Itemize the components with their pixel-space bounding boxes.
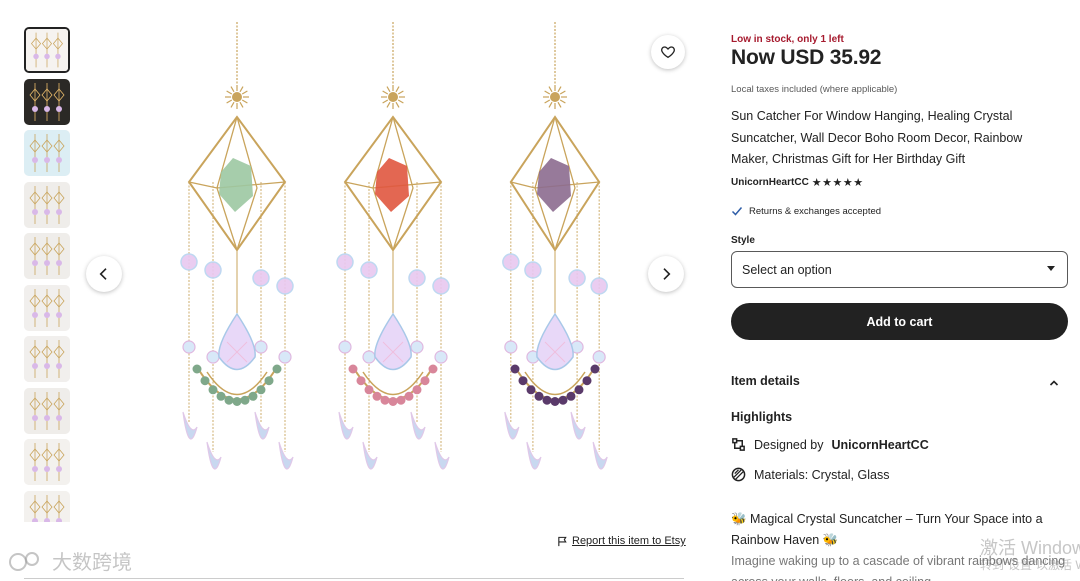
thumbnail-image [26,29,68,71]
watermark-icon [9,551,39,571]
price: Now USD 35.92 [731,46,882,69]
thumbnail-image [24,181,70,228]
item-details-toggle[interactable]: Item details [731,374,1068,388]
handmade-icon [732,438,745,451]
product-title: Sun Catcher For Window Hanging, Healing … [731,109,1023,166]
check-icon [731,207,743,216]
description-line-1: 🐝 Magical Crystal Suncatcher – Turn Your… [731,512,1043,547]
thumbnail-image [24,78,70,125]
item-details-header: Item details [731,374,800,388]
suncatcher-image [180,22,608,470]
product-info-panel: Low in stock, only 1 left Now USD 35.92 … [731,0,1071,581]
thumbnail-10[interactable] [24,490,70,522]
watermark-text: 大数跨境 [52,550,132,574]
thumbnail-3[interactable] [24,130,70,176]
thumbnail-4[interactable] [24,181,70,228]
highlights-heading: Highlights [731,410,793,424]
designed-by-row: Designed by UnicornHeartCC [731,437,929,452]
style-select[interactable]: Select an option [731,251,1068,288]
materials-icon [731,467,746,482]
heart-icon [661,46,675,59]
stock-notice: Low in stock, only 1 left [731,34,844,45]
thumbnail-image [24,439,70,485]
returns-text: Returns & exchanges accepted [749,205,882,217]
caret-down-icon [1047,266,1055,271]
favorite-button[interactable] [651,35,685,69]
thumbnail-image [24,336,70,382]
thumbnail-6[interactable] [24,284,70,331]
materials-row: Materials: Crystal, Glass [731,467,889,482]
thumbnail-2[interactable] [24,78,70,125]
shop-info: UnicornHeartCC ★★★★★ [731,176,864,189]
thumbnail-image [24,284,70,331]
flag-icon [558,536,567,546]
divider [24,578,684,579]
materials-text: Materials: Crystal, Glass [754,467,890,482]
thumbnail-image [24,130,70,176]
thumbnail-strip[interactable] [24,27,72,522]
thumbnail-8[interactable] [24,387,70,434]
description-line-2: Imagine waking up to a cascade of vibran… [731,554,1066,581]
taxes-note: Local taxes included (where applicable) [731,84,898,95]
add-to-cart-button[interactable]: Add to cart [731,303,1068,340]
designed-by-label: Designed by [754,437,824,452]
chevron-right-icon [663,268,671,280]
next-image-button[interactable] [648,256,684,292]
star-rating[interactable]: ★★★★★ [812,176,864,189]
item-description: 🐝 Magical Crystal Suncatcher – Turn Your… [731,509,1071,581]
watermark-logo: 大数跨境 [8,546,132,575]
thumbnail-5[interactable] [24,233,70,279]
thumbnail-9[interactable] [24,439,70,485]
chevron-up-icon [1049,380,1059,386]
designed-by-shop[interactable]: UnicornHeartCC [832,438,929,452]
thumbnail-image [24,490,70,522]
returns-policy: Returns & exchanges accepted [731,205,881,217]
style-select-value: Select an option [742,262,832,277]
shop-name-link[interactable]: UnicornHeartCC [731,177,809,188]
style-label: Style [731,235,755,246]
thumbnail-image [24,233,70,279]
report-link[interactable]: Report this item to Etsy [572,535,686,547]
previous-image-button[interactable] [86,256,122,292]
product-page: Report this item to Etsy 大数跨境 激活 Windows… [0,0,1080,581]
report-item[interactable]: Report this item to Etsy [557,535,686,547]
main-product-image[interactable] [80,22,690,522]
chevron-left-icon [99,268,107,280]
thumbnail-image [24,387,70,434]
thumbnail-1[interactable] [24,27,70,73]
thumbnail-7[interactable] [24,336,70,382]
